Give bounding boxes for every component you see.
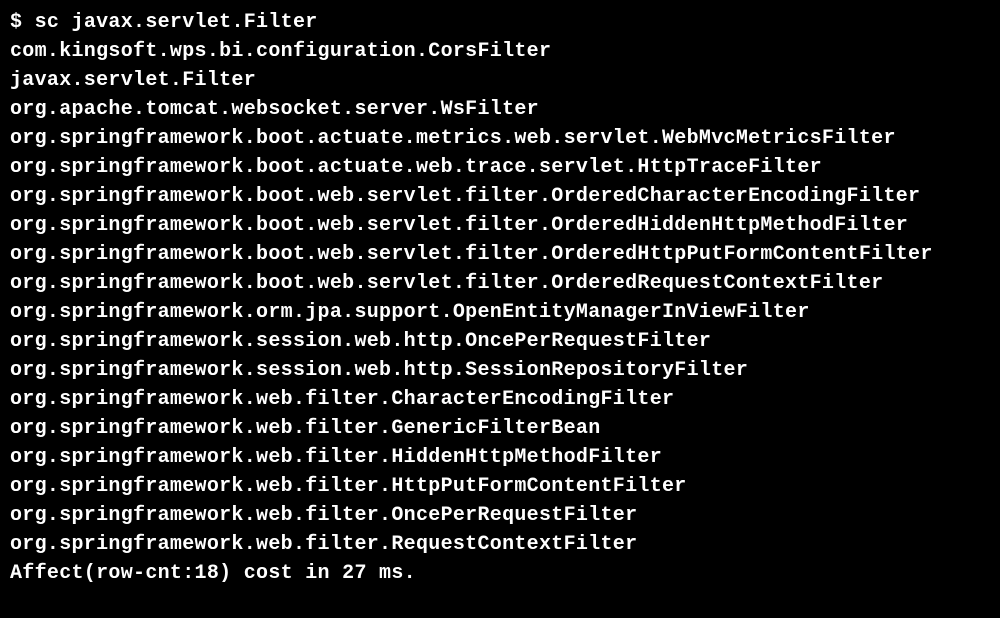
output-line: org.springframework.web.filter.OncePerRe…	[10, 501, 990, 530]
output-line: org.springframework.web.filter.HttpPutFo…	[10, 472, 990, 501]
output-line: org.springframework.boot.web.servlet.fil…	[10, 211, 990, 240]
output-line: org.springframework.boot.web.servlet.fil…	[10, 182, 990, 211]
output-line: org.springframework.boot.web.servlet.fil…	[10, 240, 990, 269]
output-line: javax.servlet.Filter	[10, 66, 990, 95]
output-line: org.springframework.session.web.http.Onc…	[10, 327, 990, 356]
output-line: org.springframework.web.filter.RequestCo…	[10, 530, 990, 559]
shell-prompt: $	[10, 11, 35, 34]
terminal-output: $ sc javax.servlet.Filter com.kingsoft.w…	[10, 8, 990, 588]
output-line: org.springframework.web.filter.HiddenHtt…	[10, 443, 990, 472]
summary-line: Affect(row-cnt:18) cost in 27 ms.	[10, 559, 990, 588]
output-line: org.springframework.boot.actuate.web.tra…	[10, 153, 990, 182]
command-text: sc javax.servlet.Filter	[35, 11, 318, 34]
output-line: org.springframework.web.filter.Character…	[10, 385, 990, 414]
output-line: org.springframework.orm.jpa.support.Open…	[10, 298, 990, 327]
output-line: org.springframework.boot.web.servlet.fil…	[10, 269, 990, 298]
output-line: org.springframework.web.filter.GenericFi…	[10, 414, 990, 443]
output-line: org.springframework.session.web.http.Ses…	[10, 356, 990, 385]
output-line: org.springframework.boot.actuate.metrics…	[10, 124, 990, 153]
output-line: org.apache.tomcat.websocket.server.WsFil…	[10, 95, 990, 124]
output-line: com.kingsoft.wps.bi.configuration.CorsFi…	[10, 37, 990, 66]
command-line: $ sc javax.servlet.Filter	[10, 8, 990, 37]
